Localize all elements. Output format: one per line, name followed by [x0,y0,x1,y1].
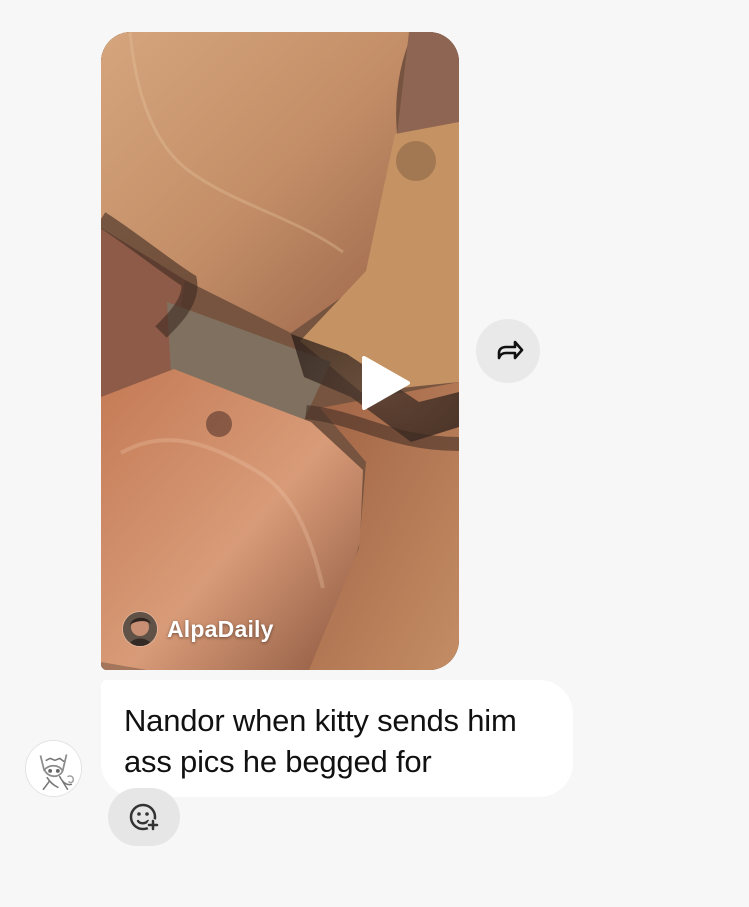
message-line-2: ass pics he begged for [124,744,432,779]
add-reaction-icon [129,803,159,831]
share-forward-icon [497,340,524,360]
author-avatar[interactable] [123,612,157,646]
shared-reel-card[interactable]: AlpaDaily [101,32,459,670]
message-text: Nandor when kitty sends him ass pics he … [124,700,551,782]
reel-author[interactable]: AlpaDaily [123,612,274,646]
sender-avatar[interactable] [25,740,82,797]
play-icon[interactable] [359,354,413,412]
reel-video-thumbnail [101,32,459,670]
add-reaction-button[interactable] [108,788,180,846]
message-bubble[interactable]: Nandor when kitty sends him ass pics he … [101,680,573,797]
share-forward-button[interactable] [476,319,540,383]
author-name[interactable]: AlpaDaily [167,616,274,643]
message-line-1: Nandor when kitty sends him [124,703,517,738]
